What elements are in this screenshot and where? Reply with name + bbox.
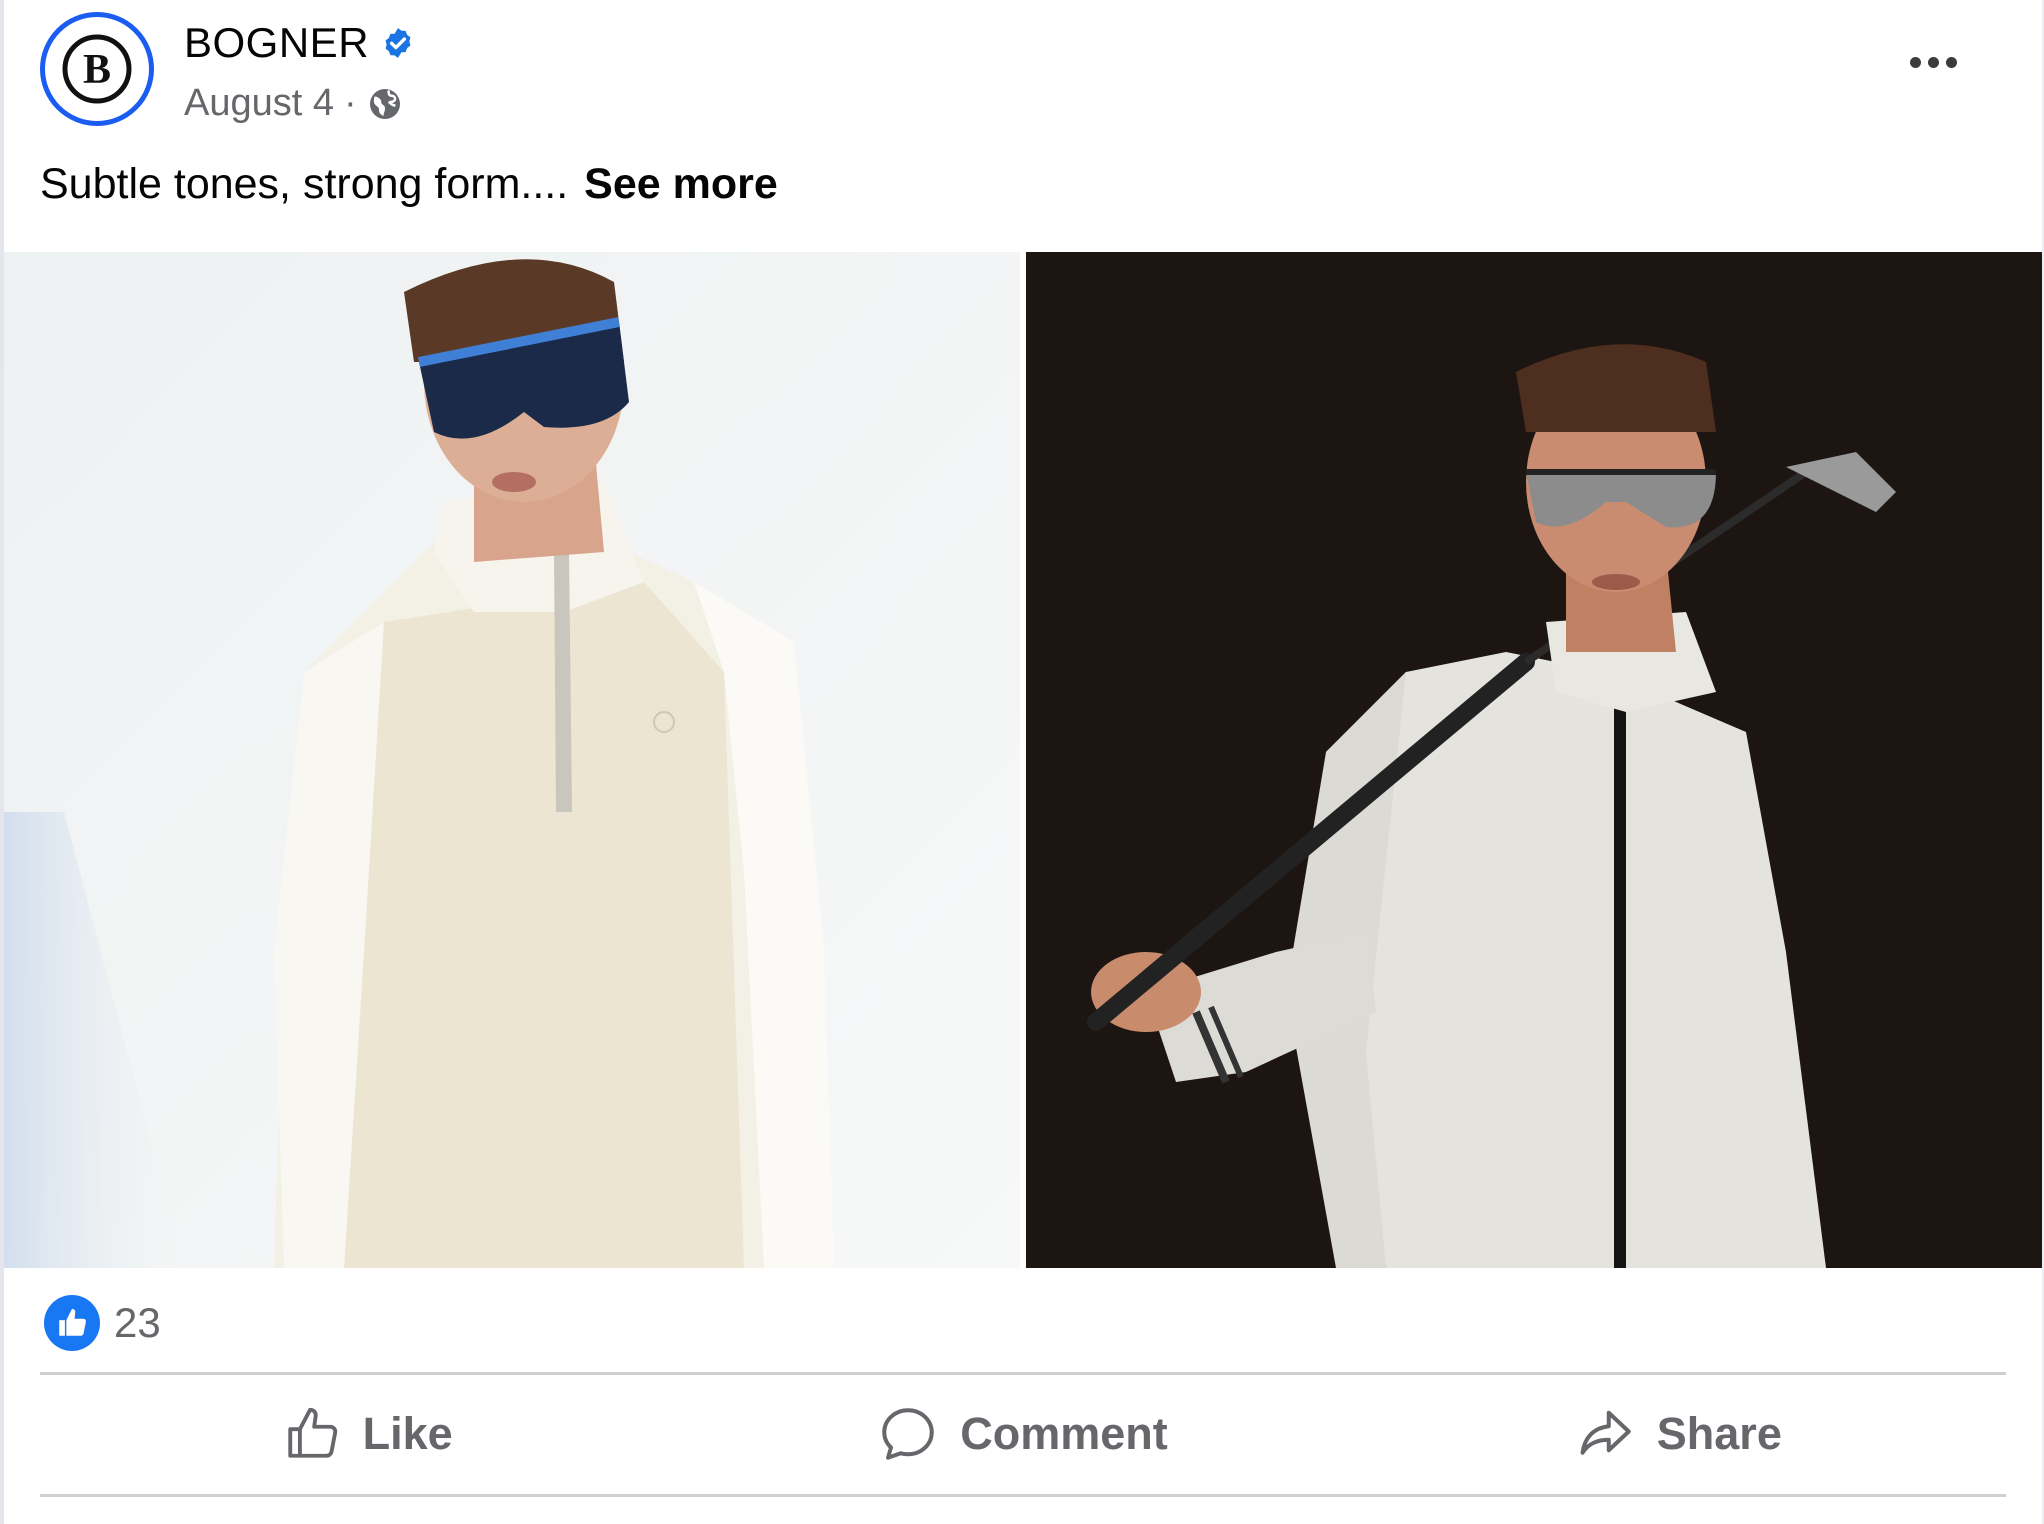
post-caption: Subtle tones, strong form.... See more xyxy=(40,160,778,209)
post-header: B BOGNER August 4 · xyxy=(40,12,2004,132)
comment-button[interactable]: Comment xyxy=(695,1378,1350,1490)
post-date[interactable]: August 4 xyxy=(184,82,334,125)
thumbs-up-icon xyxy=(287,1407,337,1458)
facebook-post: B BOGNER August 4 · Subtle tones, strong… xyxy=(0,0,2044,1524)
verified-badge-icon xyxy=(385,28,411,58)
like-button[interactable]: Like xyxy=(40,1378,695,1490)
bogner-logo-icon: B xyxy=(62,34,132,104)
photo-right[interactable] xyxy=(1026,252,2042,1268)
more-dot xyxy=(1909,56,1921,68)
reactions-summary[interactable]: 23 xyxy=(44,1292,161,1354)
author-line: BOGNER xyxy=(184,18,415,68)
post-actions: Like Comment Share xyxy=(40,1378,2006,1490)
avatar[interactable]: B xyxy=(40,12,154,126)
avatar-letter: B xyxy=(83,47,111,93)
post-media xyxy=(4,252,2042,1268)
globe-icon[interactable] xyxy=(367,86,403,122)
actions-divider-top xyxy=(40,1372,2006,1375)
like-label: Like xyxy=(362,1408,453,1459)
more-dot xyxy=(1945,56,1957,68)
comment-icon xyxy=(882,1408,934,1460)
more-options-button[interactable] xyxy=(1898,42,1968,82)
reaction-count: 23 xyxy=(114,1299,161,1346)
photo-left[interactable] xyxy=(4,252,1020,1268)
photo-left-image xyxy=(4,252,1020,1268)
share-label: Share xyxy=(1656,1408,1782,1459)
photo-right-image xyxy=(1026,252,2042,1268)
thumbs-up-fill-icon xyxy=(59,1308,86,1336)
like-reaction-icon xyxy=(44,1295,100,1351)
actions-divider-bottom xyxy=(40,1494,2006,1497)
meta-separator: · xyxy=(344,82,357,124)
author-name[interactable]: BOGNER xyxy=(184,19,369,67)
share-icon xyxy=(1580,1410,1631,1455)
share-button[interactable]: Share xyxy=(1351,1378,2006,1490)
more-dot xyxy=(1927,56,1939,68)
comment-label: Comment xyxy=(960,1408,1168,1459)
see-more-link[interactable]: See more xyxy=(584,160,778,208)
post-meta: August 4 · xyxy=(184,82,403,125)
caption-text: Subtle tones, strong form.... xyxy=(40,160,569,208)
